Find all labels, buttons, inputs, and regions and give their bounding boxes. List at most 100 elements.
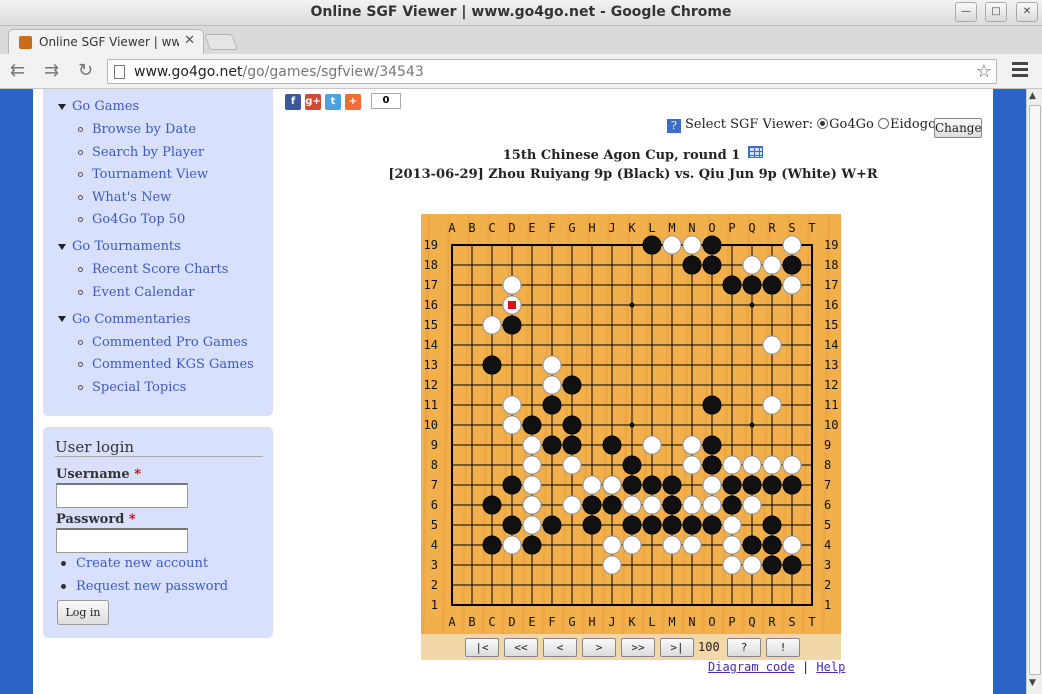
back-icon[interactable]: ⇇ — [10, 60, 25, 81]
white-stone[interactable] — [702, 495, 722, 515]
black-stone[interactable] — [722, 475, 742, 495]
previous-move-button[interactable]: < — [543, 638, 577, 657]
request-password-link[interactable]: Request new password — [61, 579, 228, 594]
black-stone[interactable] — [482, 535, 502, 555]
white-stone[interactable] — [662, 235, 682, 255]
white-stone[interactable] — [682, 455, 702, 475]
white-stone[interactable] — [662, 535, 682, 555]
white-stone[interactable] — [682, 435, 702, 455]
white-stone[interactable] — [502, 275, 522, 295]
browser-tab[interactable]: Online SGF Viewer | www.go4go.net ✕ — [8, 29, 204, 54]
create-account-link[interactable]: Create new account — [61, 556, 208, 571]
bookmark-star-icon[interactable]: ☆ — [976, 61, 992, 82]
last-move-button[interactable]: >| — [660, 638, 694, 657]
white-stone[interactable] — [782, 535, 802, 555]
google-plus-icon[interactable]: g+ — [305, 94, 321, 110]
scroll-down-icon[interactable]: ▼ — [1029, 678, 1036, 688]
white-stone[interactable] — [642, 495, 662, 515]
white-stone[interactable] — [742, 555, 762, 575]
go-board[interactable]: AABBCCDDEEFFGGHHJJKKLLMMNNOOPPQQRRSSTT11… — [421, 214, 841, 634]
black-stone[interactable] — [702, 255, 722, 275]
white-stone[interactable] — [522, 455, 542, 475]
white-stone[interactable] — [502, 415, 522, 435]
black-stone[interactable] — [702, 395, 722, 415]
black-stone[interactable] — [762, 475, 782, 495]
white-stone[interactable] — [682, 495, 702, 515]
maximize-button[interactable]: □ — [985, 2, 1007, 22]
black-stone[interactable] — [662, 515, 682, 535]
black-stone[interactable] — [682, 255, 702, 275]
nav-item[interactable]: What's New — [78, 190, 171, 205]
white-stone[interactable] — [542, 355, 562, 375]
white-stone[interactable] — [622, 495, 642, 515]
black-stone[interactable] — [562, 435, 582, 455]
white-stone[interactable] — [782, 455, 802, 475]
page-scrollbar[interactable]: ▲ ▼ — [1026, 89, 1042, 694]
white-stone[interactable] — [582, 475, 602, 495]
nav-section-1[interactable]: Go Tournaments — [58, 239, 181, 254]
white-stone[interactable] — [522, 495, 542, 515]
nav-item[interactable]: Recent Score Charts — [78, 262, 228, 277]
white-stone[interactable] — [782, 235, 802, 255]
black-stone[interactable] — [782, 475, 802, 495]
black-stone[interactable] — [562, 415, 582, 435]
reload-icon[interactable]: ↻ — [78, 60, 93, 81]
address-bar[interactable]: www.go4go.net/go/games/sgfview/34543 ☆ — [107, 59, 997, 84]
black-stone[interactable] — [782, 255, 802, 275]
help-link[interactable]: Help — [816, 660, 845, 674]
first-move-button[interactable]: |< — [465, 638, 499, 657]
black-stone[interactable] — [762, 555, 782, 575]
black-stone[interactable] — [642, 515, 662, 535]
white-stone[interactable] — [602, 535, 622, 555]
radio-go4go[interactable] — [817, 118, 829, 129]
black-stone[interactable] — [722, 275, 742, 295]
nav-item[interactable]: Tournament View — [78, 167, 208, 182]
facebook-icon[interactable]: f — [285, 94, 301, 110]
black-stone[interactable] — [542, 435, 562, 455]
black-stone[interactable] — [522, 415, 542, 435]
white-stone[interactable] — [502, 395, 522, 415]
board-help-button[interactable]: ? — [727, 638, 761, 657]
black-stone[interactable] — [582, 515, 602, 535]
radio-eidogo[interactable] — [877, 118, 889, 129]
scrollbar-thumb[interactable] — [1029, 105, 1041, 675]
white-stone[interactable] — [782, 275, 802, 295]
table-icon[interactable] — [748, 146, 764, 158]
white-stone[interactable] — [682, 535, 702, 555]
black-stone[interactable] — [622, 455, 642, 475]
forward-ten-button[interactable]: >> — [621, 638, 655, 657]
nav-item[interactable]: Search by Player — [78, 145, 204, 160]
white-stone[interactable] — [742, 455, 762, 475]
black-stone[interactable] — [762, 535, 782, 555]
black-stone[interactable] — [522, 535, 542, 555]
nav-item[interactable]: Commented KGS Games — [78, 357, 254, 372]
black-stone[interactable] — [602, 435, 622, 455]
black-stone[interactable] — [702, 435, 722, 455]
diagram-code-link[interactable]: Diagram code — [708, 660, 795, 674]
white-stone[interactable] — [742, 255, 762, 275]
black-stone[interactable] — [542, 515, 562, 535]
white-stone[interactable] — [722, 555, 742, 575]
black-stone[interactable] — [642, 235, 662, 255]
alert-button[interactable]: ! — [766, 638, 800, 657]
black-stone[interactable] — [762, 515, 782, 535]
expand-triangle-icon[interactable] — [58, 243, 66, 250]
minimize-button[interactable]: — — [955, 2, 977, 22]
white-stone[interactable] — [622, 535, 642, 555]
white-stone[interactable] — [722, 515, 742, 535]
board-svg[interactable]: AABBCCDDEEFFGGHHJJKKLLMMNNOOPPQQRRSSTT1 1… — [421, 214, 841, 634]
white-stone[interactable] — [562, 495, 582, 515]
white-stone[interactable] — [762, 335, 782, 355]
white-stone[interactable] — [742, 495, 762, 515]
white-stone[interactable] — [522, 475, 542, 495]
black-stone[interactable] — [602, 495, 622, 515]
black-stone[interactable] — [622, 475, 642, 495]
white-stone[interactable] — [762, 255, 782, 275]
black-stone[interactable] — [622, 515, 642, 535]
nav-item[interactable]: Commented Pro Games — [78, 335, 248, 350]
white-stone[interactable] — [522, 515, 542, 535]
back-ten-button[interactable]: << — [504, 638, 538, 657]
black-stone[interactable] — [742, 475, 762, 495]
black-stone[interactable] — [562, 375, 582, 395]
white-stone[interactable] — [722, 535, 742, 555]
